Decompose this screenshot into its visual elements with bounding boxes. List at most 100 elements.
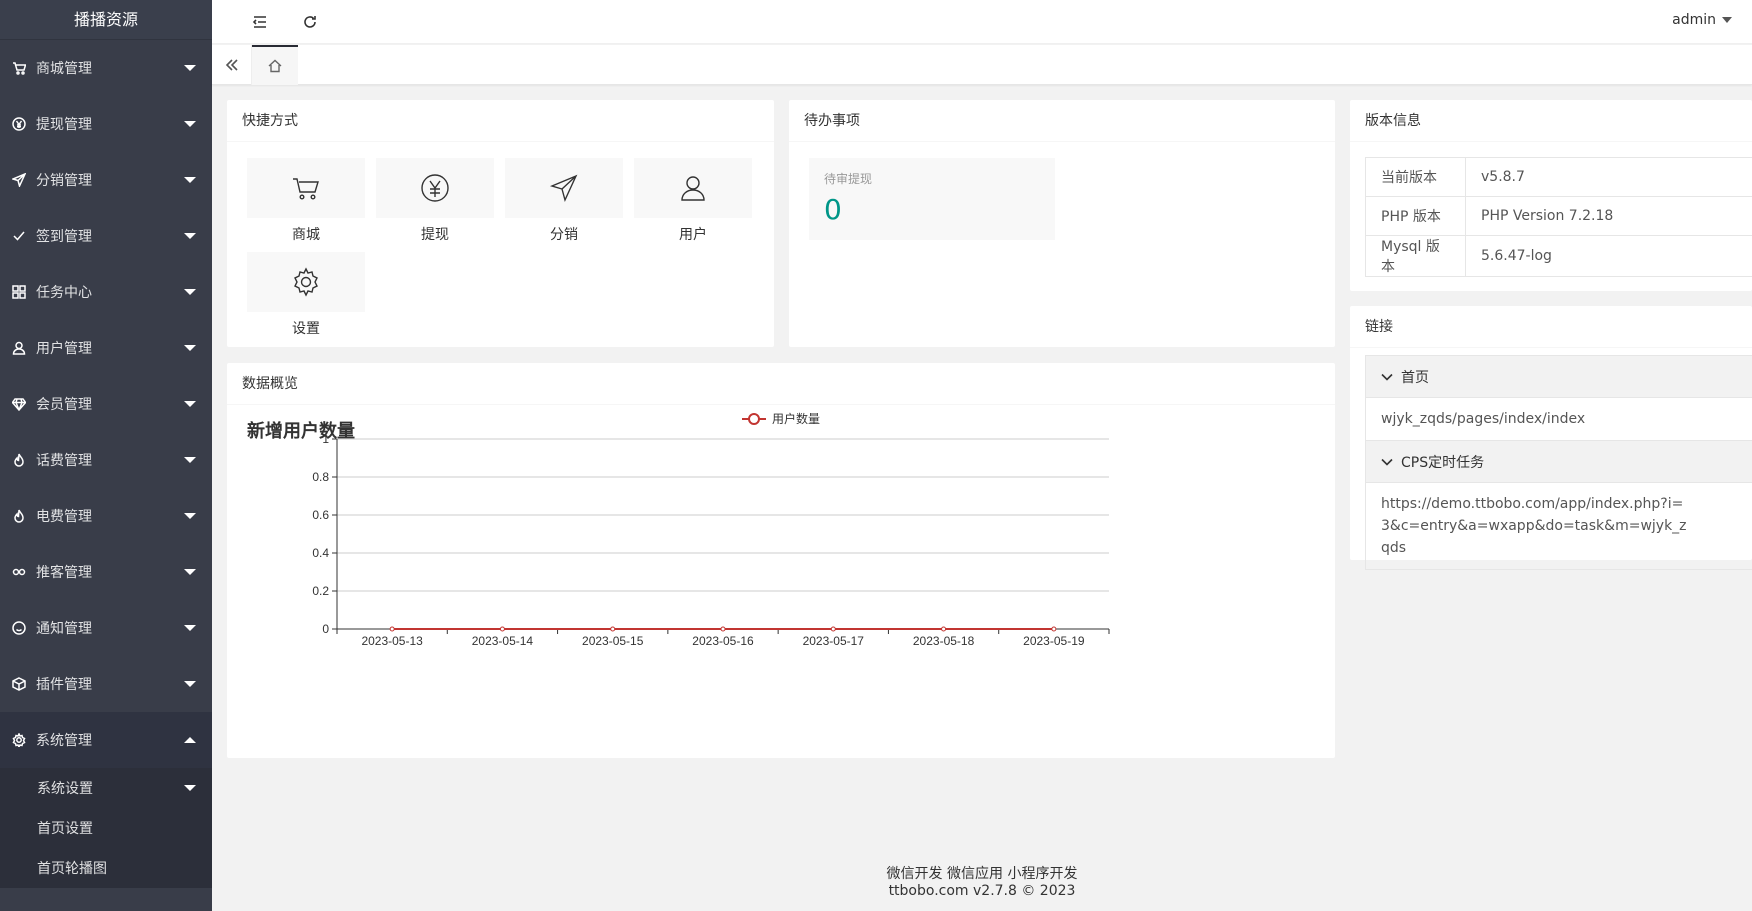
- shortcut-box: [634, 158, 752, 218]
- sidebar-item-2[interactable]: 分销管理: [0, 152, 212, 208]
- apps-icon: [12, 285, 26, 299]
- version-value: 5.6.47-log: [1465, 235, 1752, 277]
- sidebar-item-label: 分销管理: [36, 173, 92, 189]
- sidebar-subitem-home-carousel[interactable]: 首页轮播图: [0, 848, 212, 888]
- shortcut-settings[interactable]: 设置: [247, 252, 365, 338]
- sidebar-subitem-home-settings[interactable]: 首页设置: [0, 808, 212, 848]
- version-key: Mysql 版本: [1365, 235, 1466, 277]
- sidebar-nav: 商城管理提现管理分销管理签到管理任务中心用户管理会员管理话费管理电费管理推客管理…: [0, 40, 212, 768]
- sidebar-item-label: 通知管理: [36, 621, 92, 637]
- sidebar-subitem-label: 系统设置: [37, 781, 93, 797]
- x-tick-label: 2023-05-14: [472, 634, 534, 648]
- refresh-button[interactable]: [298, 10, 322, 34]
- sidebar-item-9[interactable]: 推客管理: [0, 544, 212, 600]
- series-point: [1051, 626, 1057, 632]
- series-point: [389, 626, 395, 632]
- shortcut-distribution[interactable]: 分销: [505, 158, 623, 244]
- collapse-header-home[interactable]: 首页: [1366, 356, 1752, 398]
- series-point: [830, 626, 836, 632]
- sidebar-item-label: 插件管理: [36, 677, 92, 693]
- sidebar-item-label: 商城管理: [36, 61, 92, 77]
- sidebar-item-8[interactable]: 电费管理: [0, 488, 212, 544]
- shortcut-mall[interactable]: 商城: [247, 158, 365, 244]
- x-tick-label: 2023-05-15: [582, 634, 644, 648]
- shortcut-box: [505, 158, 623, 218]
- sidebar-item-label: 话费管理: [36, 453, 92, 469]
- legend-label: 用户数量: [772, 411, 820, 426]
- cart-icon: [12, 61, 26, 75]
- y-tick-label: 0.4: [312, 546, 329, 560]
- cart-icon: [293, 178, 319, 200]
- menu-toggle-button[interactable]: [248, 10, 272, 34]
- sidebar-item-6[interactable]: 会员管理: [0, 376, 212, 432]
- caret-down-icon: [184, 233, 196, 239]
- shortcut-label: 提现: [421, 227, 449, 243]
- x-tick-label: 2023-05-18: [913, 634, 975, 648]
- sidebar-item-0[interactable]: 商城管理: [0, 40, 212, 96]
- sidebar-item-10[interactable]: 通知管理: [0, 600, 212, 656]
- sidebar-item-label: 系统管理: [36, 733, 92, 749]
- y-tick-label: 0.8: [312, 470, 329, 484]
- table-row: 当前版本 v5.8.7: [1365, 157, 1752, 197]
- x-tick-label: 2023-05-16: [692, 634, 754, 648]
- series-point: [499, 626, 505, 632]
- sidebar-item-1[interactable]: 提现管理: [0, 96, 212, 152]
- version-key: 当前版本: [1365, 157, 1466, 197]
- caret-up-icon: [184, 737, 196, 743]
- topbar: admin: [212, 0, 1752, 44]
- shortcut-label: 设置: [292, 321, 320, 337]
- user-menu[interactable]: admin: [1672, 12, 1732, 28]
- todo-title: 待办事项: [789, 100, 1335, 142]
- link-icon: [12, 565, 26, 579]
- sidebar-item-label: 会员管理: [36, 397, 92, 413]
- sidebar-item-label: 任务中心: [36, 285, 92, 301]
- shortcut-withdraw[interactable]: 提现: [376, 158, 494, 244]
- refresh-icon: [304, 16, 316, 28]
- shortcut-box: [376, 158, 494, 218]
- smile-icon: [12, 621, 26, 635]
- sidebar-item-12[interactable]: 系统管理: [0, 712, 212, 768]
- sidebar-subitem-system-settings[interactable]: 系统设置: [0, 768, 212, 808]
- new-users-chart: 0 0.2 0.4 0.6 0.8 1 2023-05-13 2023-05-14 2023-0…: [312, 411, 1110, 648]
- series-point: [720, 626, 726, 632]
- caret-down-icon: [184, 121, 196, 127]
- sidebar-subitem-label: 首页轮播图: [37, 861, 107, 877]
- sidebar-item-11[interactable]: 插件管理: [0, 656, 212, 712]
- shortcut-user[interactable]: 用户: [634, 158, 752, 244]
- send-icon: [549, 174, 578, 203]
- username: admin: [1672, 12, 1716, 28]
- sidebar-item-3[interactable]: 签到管理: [0, 208, 212, 264]
- sidebar-item-label: 推客管理: [36, 565, 92, 581]
- todo-withdraw-box[interactable]: 待审提现 0: [809, 158, 1055, 240]
- fire-icon: [12, 453, 26, 467]
- shortcut-box: [247, 158, 365, 218]
- tab-home[interactable]: [252, 45, 298, 85]
- collapse-content: https://demo.ttbobo.com/app/index.php?i=…: [1381, 496, 1687, 556]
- caret-down-icon: [184, 569, 196, 575]
- links-card: 链接 首页 wjyk_zqds/pages/index/index CPS定时任…: [1350, 306, 1752, 570]
- shortcut-label: 分销: [550, 227, 578, 243]
- sidebar-item-4[interactable]: 任务中心: [0, 264, 212, 320]
- tabs-prev-button[interactable]: [212, 45, 252, 85]
- collapse-header-label: CPS定时任务: [1401, 454, 1485, 471]
- y-tick-label: 0: [322, 622, 329, 636]
- gear-icon: [12, 733, 26, 747]
- version-card: 版本信息 当前版本 v5.8.7 PHP 版本 PHP Version 7.2.…: [1350, 100, 1752, 291]
- series-point: [941, 626, 947, 632]
- shortcut-box: [247, 252, 365, 312]
- sidebar-item-7[interactable]: 话费管理: [0, 432, 212, 488]
- chevron-down-icon: [1381, 373, 1393, 381]
- footer-links: 微信开发 微信应用 小程序开发: [886, 866, 1078, 882]
- sidebar-item-5[interactable]: 用户管理: [0, 320, 212, 376]
- box-icon: [12, 677, 26, 691]
- system-subnav: 系统设置 首页设置 首页轮播图: [0, 768, 212, 888]
- collapse-header-cps[interactable]: CPS定时任务: [1366, 441, 1752, 483]
- shortcuts-card: 快捷方式 商城 提现 分销 用户 设置: [227, 100, 774, 347]
- series-point: [610, 626, 616, 632]
- y-tick-label: 1: [322, 432, 329, 446]
- caret-down-icon: [184, 177, 196, 183]
- user-icon: [681, 176, 705, 201]
- overview-title: 数据概览: [227, 363, 1335, 405]
- version-key: PHP 版本: [1365, 196, 1466, 236]
- user-icon: [12, 341, 26, 355]
